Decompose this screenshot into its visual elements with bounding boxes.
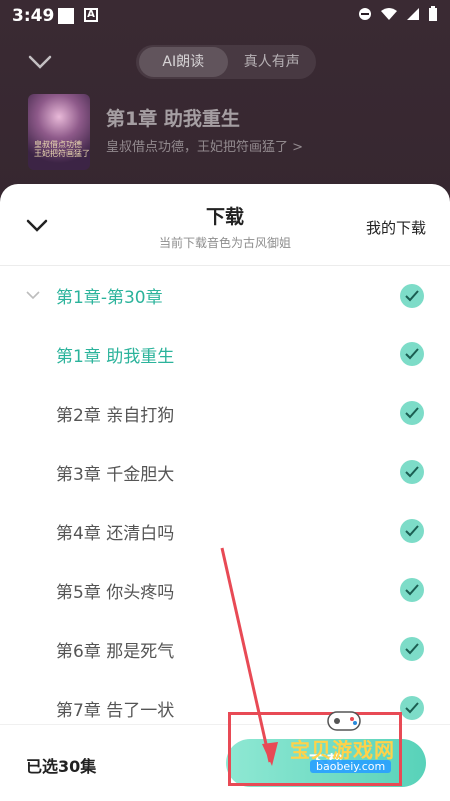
gamepad-icon	[327, 711, 361, 731]
annotation-arrow-icon	[220, 547, 278, 766]
watermark-url: baobeiy.com	[310, 760, 392, 773]
watermark-text: 宝贝游戏网	[290, 738, 395, 762]
watermark-logo: 宝贝游戏网 baobeiy.com	[276, 704, 416, 784]
